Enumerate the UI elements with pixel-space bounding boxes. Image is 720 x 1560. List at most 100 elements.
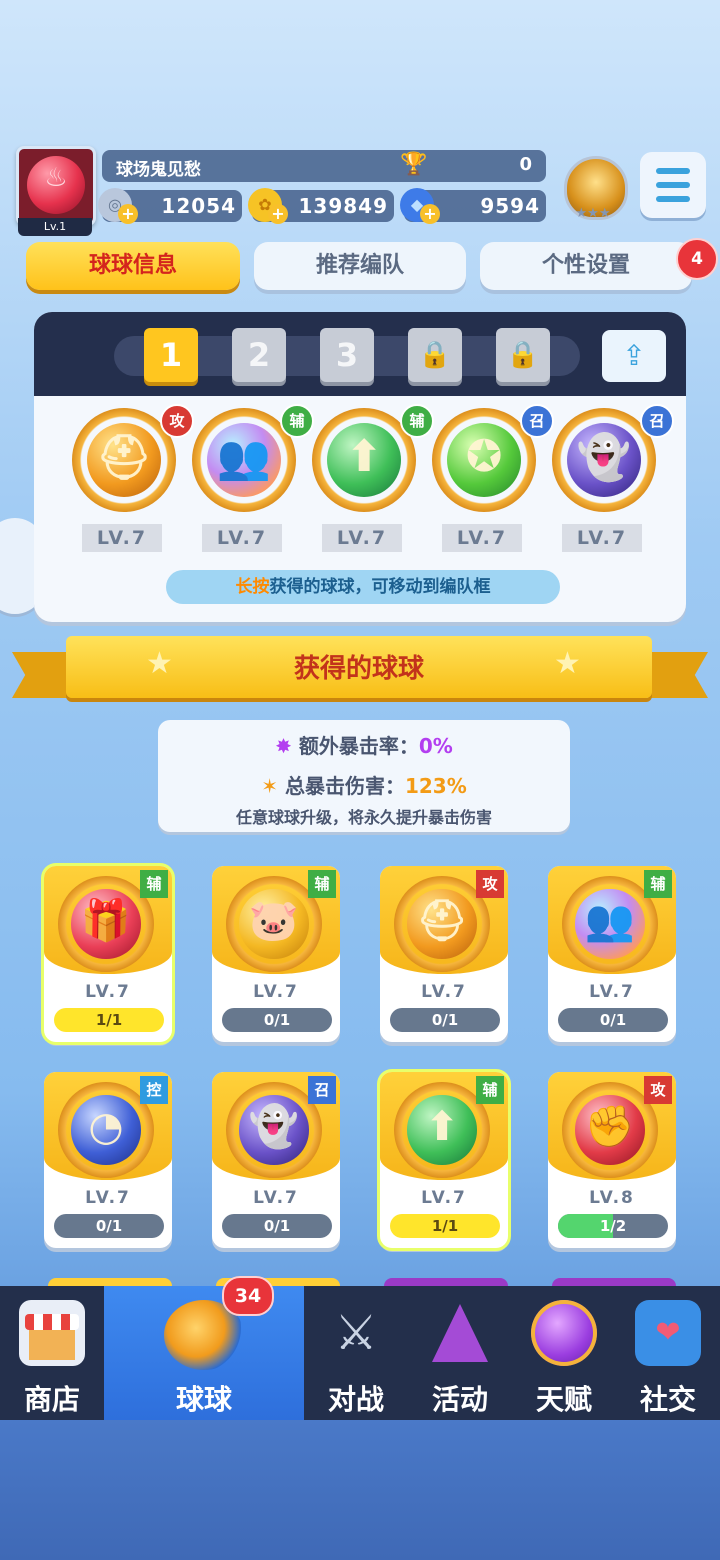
nav-talent[interactable]: 天赋 — [512, 1286, 616, 1420]
lock-icon: 🔒 — [506, 340, 540, 370]
banner-ribbon-right — [648, 652, 708, 698]
gem-currency[interactable]: ◆ + 9594 — [400, 188, 546, 224]
card-level: LV.7 — [421, 1188, 467, 1208]
card-progress-text: 0/1 — [263, 1011, 291, 1029]
ball-type-tag: 辅 — [644, 870, 672, 898]
menu-icon — [656, 168, 690, 174]
gold-currency[interactable]: ✿ + 139849 — [248, 188, 394, 224]
ball-type-tag: 攻 — [160, 404, 194, 438]
ball-type-tag: 辅 — [140, 870, 168, 898]
card-progress-bar: 0/1 — [54, 1214, 164, 1238]
ball-card[interactable]: ⬆ 辅 LV.7 1/1 — [380, 1072, 508, 1248]
clock-icon: ◔ — [88, 1103, 124, 1151]
lock-icon: 🔒 — [418, 340, 452, 370]
hint-highlight: 长按 — [235, 577, 270, 597]
player-name: 球场鬼见愁 — [116, 160, 201, 180]
crit-damage-label: 总暴击伤害： — [284, 774, 405, 798]
share-button[interactable]: ⇪ — [602, 330, 666, 382]
team-ball-level: LV.7 — [442, 524, 522, 552]
nav-label: 对战 — [327, 1383, 384, 1416]
team-ball-level: LV.7 — [82, 524, 162, 552]
ball-card[interactable]: ◔ 控 LV.7 0/1 — [44, 1072, 172, 1248]
ball-type-tag: 辅 — [280, 404, 314, 438]
flame-icon: ♨ — [44, 163, 68, 193]
gold-value: 139849 — [298, 194, 388, 218]
nav-label: 社交 — [639, 1383, 696, 1416]
card-progress-bar: 0/1 — [222, 1008, 332, 1032]
people-icon: 👥 — [216, 431, 272, 483]
ghost-icon: 👻 — [576, 431, 632, 483]
crit-rate-icon: ✸ — [275, 734, 292, 758]
ball-card[interactable]: 🎁 辅 LV.7 1/1 — [44, 866, 172, 1042]
bottom-nav: 商店 球球 ⚔ 对战 活动 天赋 ❤ 社交 — [0, 1286, 720, 1420]
player-avatar[interactable]: ♨ — [16, 146, 96, 226]
ball-card[interactable]: 👻 召 LV.7 0/1 — [212, 1072, 340, 1248]
ball-card[interactable]: 👥 辅 LV.7 0/1 — [548, 866, 676, 1042]
player-name-bar[interactable]: 球场鬼见愁 🏆 0 — [102, 150, 546, 182]
knight-helmet-icon: ⛑ — [416, 897, 468, 945]
add-gold-icon[interactable]: + — [268, 204, 288, 224]
ball-type-tag: 辅 — [400, 404, 434, 438]
ball-type-tag: 召 — [520, 404, 554, 438]
team-ball-level: LV.7 — [562, 524, 642, 552]
card-progress-bar: 0/1 — [558, 1008, 668, 1032]
card-progress-bar: 0/1 — [390, 1008, 500, 1032]
settings-badge: 4 — [676, 238, 718, 280]
crossed-swords-icon: ⚔ — [334, 1305, 378, 1361]
heart-phone-icon: ❤ — [635, 1300, 701, 1366]
card-level: LV.7 — [589, 982, 635, 1002]
crit-damage-icon: ✶ — [261, 774, 278, 798]
card-progress-text: 1/1 — [95, 1011, 123, 1029]
ball-type-tag: 辅 — [476, 1076, 504, 1104]
ball-type-tag: 辅 — [308, 870, 336, 898]
nav-events[interactable]: 活动 — [408, 1286, 512, 1420]
card-progress-bar: 1/1 — [390, 1214, 500, 1238]
nav-social[interactable]: ❤ 社交 — [616, 1286, 720, 1420]
rank-badge[interactable]: ★★★ — [558, 152, 628, 224]
people-icon: 👥 — [584, 897, 636, 945]
team-slot-3[interactable]: 3 — [320, 328, 374, 382]
piggy-bank-icon: 🐷 — [248, 897, 300, 945]
crit-rate-label: 额外暴击率： — [298, 734, 419, 758]
balls-badge: 34 — [222, 1276, 274, 1316]
player-level: Lv.1 — [18, 218, 92, 236]
team-ball-level: LV.7 — [202, 524, 282, 552]
add-silver-icon[interactable]: + — [118, 204, 138, 224]
card-level: LV.7 — [85, 982, 131, 1002]
knight-helmet-icon: ⛑ — [96, 431, 152, 483]
silver-currency[interactable]: ◎ + 12054 — [98, 188, 242, 224]
ball-card[interactable]: 🐷 辅 LV.7 0/1 — [212, 866, 340, 1042]
menu-button[interactable] — [640, 152, 706, 218]
nav-label: 活动 — [431, 1383, 488, 1416]
ball-card[interactable]: ✊ 攻 LV.8 1/2 — [548, 1072, 676, 1248]
shop-icon — [19, 1300, 85, 1366]
team-panel: 1 2 3 🔒 🔒 ⇪ ⛑ 攻 LV.7 👥 辅 LV.7 ⬆ 辅 LV.7 ✪ 召 LV.7 👻 召 LV… — [34, 312, 686, 622]
tab-recommended-team[interactable]: 推荐编队 — [254, 242, 466, 290]
trophy-icon: 🏆 — [400, 152, 428, 177]
card-level: LV.7 — [421, 982, 467, 1002]
nav-balls[interactable]: 球球 — [104, 1286, 304, 1420]
team-slot-2[interactable]: 2 — [232, 328, 286, 382]
card-progress-bar: 1/1 — [54, 1008, 164, 1032]
card-progress-text: 1/2 — [599, 1217, 627, 1235]
ball-card[interactable]: ⛑ 攻 LV.7 0/1 — [380, 866, 508, 1042]
nav-label: 商店 — [23, 1383, 80, 1416]
nav-shop[interactable]: 商店 — [0, 1286, 104, 1420]
ghost-icon: 👻 — [248, 1103, 300, 1151]
crit-note: 任意球球升级，将永久提升暴击伤害 — [235, 808, 492, 827]
crit-damage-value: 123% — [404, 774, 467, 798]
rank-stars-icon: ★★★ — [575, 206, 611, 221]
team-slot-1[interactable]: 1 — [144, 328, 198, 382]
ball-type-tag: 攻 — [476, 870, 504, 898]
party-popper-icon — [432, 1304, 488, 1362]
locked-slot-4[interactable]: 🔒 — [408, 328, 462, 382]
add-gem-icon[interactable]: + — [420, 204, 440, 224]
locked-slot-5[interactable]: 🔒 — [496, 328, 550, 382]
card-progress-text: 0/1 — [263, 1217, 291, 1235]
crit-rate-value: 0% — [418, 734, 453, 758]
card-progress-text: 1/1 — [431, 1217, 459, 1235]
silver-value: 12054 — [161, 194, 236, 218]
tab-ball-info[interactable]: 球球信息 — [26, 242, 240, 290]
nav-battle[interactable]: ⚔ 对战 — [304, 1286, 408, 1420]
tab-personal-settings[interactable]: 个性设置 — [480, 242, 692, 290]
